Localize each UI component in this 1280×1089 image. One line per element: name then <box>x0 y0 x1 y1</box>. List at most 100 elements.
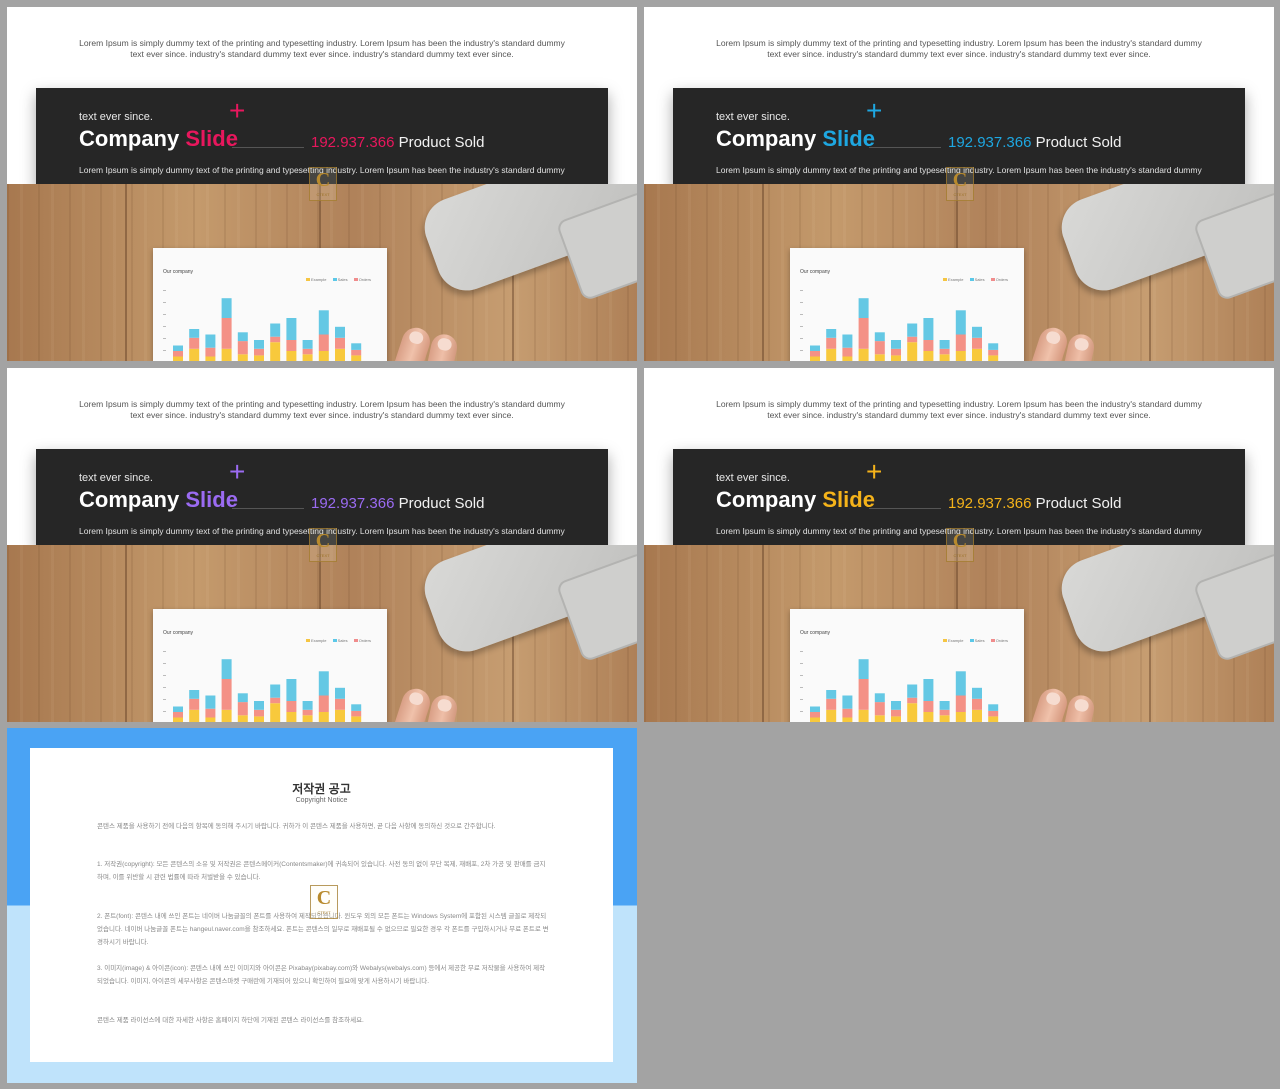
paper-bar-segment <box>810 706 820 712</box>
printed-chart-paper: Our company Example Sales Orders <box>790 248 1024 361</box>
paper-bar-segment <box>988 349 999 356</box>
plus-icon: + <box>229 95 246 126</box>
paper-bar-segment <box>335 709 345 722</box>
plus-icon: + <box>866 95 883 126</box>
slide-intro-text: Lorem Ipsum is simply dummy text of the … <box>79 38 565 59</box>
paper-bar-segment <box>205 717 216 722</box>
slide-thumbnail[interactable]: Lorem Ipsum is simply dummy text of the … <box>644 7 1274 361</box>
paper-bar-segment <box>221 679 232 710</box>
paper-bar-segment <box>988 704 999 711</box>
paper-bar-segment <box>874 693 885 703</box>
paper-bar-segment <box>907 336 918 343</box>
paper-bar-segment <box>270 697 281 704</box>
paper-bar-segment <box>173 706 183 712</box>
paper-bar-segment <box>270 684 281 698</box>
paper-bar-segment <box>826 698 837 710</box>
stat-number: 192.937.366 <box>948 134 1032 151</box>
slide-thumbnail[interactable]: Lorem Ipsum is simply dummy text of the … <box>7 7 637 361</box>
paper-bar-segment <box>173 351 183 357</box>
paper-bar-segment <box>955 671 966 696</box>
slide-thumbnail[interactable]: Lorem Ipsum is simply dummy text of the … <box>7 368 637 722</box>
watermark-logo: C CTEXT <box>310 885 338 919</box>
paper-bar-segment <box>858 318 869 349</box>
paper-axis-tick <box>163 699 166 700</box>
paper-bar-segment <box>826 337 837 349</box>
paper-bar-segment <box>955 712 966 722</box>
paper-bar-segment <box>891 348 901 356</box>
paper-bar-segment <box>972 709 982 722</box>
notice-card: 저작권 공고 Copyright Notice 콘텐스 제품을 사용하기 전에 … <box>30 748 613 1062</box>
paper-axis-tick <box>800 711 803 712</box>
paper-bar-segment <box>302 709 313 716</box>
paper-bar-segment <box>826 709 837 722</box>
paper-bar-segment <box>302 701 313 710</box>
slide-kicker: text ever since. <box>716 111 790 123</box>
paper-bar-segment <box>810 345 820 351</box>
paper-bar-segment <box>318 712 329 722</box>
paper-bar-segment <box>173 345 183 351</box>
paper-bar-segment <box>842 717 853 722</box>
paper-bar-segment <box>923 679 934 701</box>
paper-axis-tick <box>800 290 803 291</box>
paper-bar-segment <box>189 348 200 361</box>
paper-bar-segment <box>955 695 966 712</box>
paper-axis-tick <box>163 687 166 688</box>
copyright-notice-slide[interactable]: 저작권 공고 Copyright Notice 콘텐스 제품을 사용하기 전에 … <box>7 728 637 1083</box>
paper-bar-segment <box>923 318 934 340</box>
paper-bar-segment <box>237 341 248 355</box>
paper-bar-segment <box>988 716 999 722</box>
paper-bar-chart <box>163 651 362 722</box>
slide-intro-text: Lorem Ipsum is simply dummy text of the … <box>716 38 1202 59</box>
paper-bar-segment <box>891 340 901 349</box>
paper-bar-segment <box>351 343 362 350</box>
paper-bar-segment <box>205 347 216 357</box>
paper-bar-segment <box>335 326 345 338</box>
paper-bar-segment <box>874 354 885 361</box>
paper-bar-segment <box>874 702 885 716</box>
slide-title: Company Slide <box>716 126 875 151</box>
paper-bar-segment <box>254 348 264 356</box>
paper-bar-segment <box>254 716 264 722</box>
paper-bar-segment <box>988 343 999 350</box>
paper-bar-segment <box>302 340 313 349</box>
slide-title: Company Slide <box>79 487 238 512</box>
paper-bar-segment <box>939 709 950 716</box>
paper-axis-tick <box>800 663 803 664</box>
paper-bar-segment <box>955 351 966 361</box>
desk-photo: Our company Example Sales Orders <box>7 184 637 361</box>
title-divider <box>869 147 941 148</box>
paper-bar-segment <box>351 710 362 717</box>
paper-bar-segment <box>939 354 950 361</box>
watermark-logo: C CTEXT <box>946 167 974 201</box>
paper-bar-segment <box>907 697 918 704</box>
watermark-logo: C CTEXT <box>309 167 337 201</box>
paper-bar-segment <box>858 298 869 318</box>
paper-bar-segment <box>858 348 869 361</box>
paper-bar-segment <box>302 715 313 722</box>
paper-bar-segment <box>205 708 216 718</box>
paper-bar-segment <box>907 323 918 337</box>
paper-bar-segment <box>826 348 837 361</box>
desk-photo: Our company Example Sales Orders <box>644 184 1274 361</box>
paper-axis-tick <box>163 350 166 351</box>
paper-bar-segment <box>858 679 869 710</box>
paper-bar-segment <box>189 709 200 722</box>
paper-bar-segment <box>221 298 232 318</box>
paper-bar-segment <box>270 336 281 343</box>
paper-bar-segment <box>173 717 183 722</box>
stat-number: 192.937.366 <box>311 134 395 151</box>
watermark-logo: C CTEXT <box>309 528 337 562</box>
paper-bar-segment <box>221 659 232 679</box>
paper-bar-segment <box>955 310 966 335</box>
slide-thumbnail[interactable]: Lorem Ipsum is simply dummy text of the … <box>644 368 1274 722</box>
plus-icon: + <box>229 456 246 487</box>
paper-bar-segment <box>874 341 885 355</box>
paper-bar-segment <box>842 356 853 361</box>
paper-bar-segment <box>302 354 313 361</box>
stat-number: 192.937.366 <box>311 495 395 512</box>
paper-bar-segment <box>286 351 297 361</box>
paper-bar-segment <box>270 323 281 337</box>
desk-photo: Our company Example Sales Orders <box>644 545 1274 722</box>
plus-icon: + <box>866 456 883 487</box>
stat-label: Product Sold <box>1035 495 1122 512</box>
